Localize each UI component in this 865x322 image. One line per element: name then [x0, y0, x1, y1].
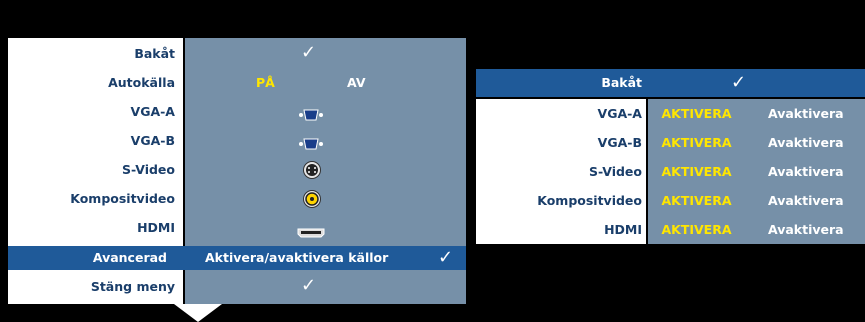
menu-item-label: HDMI — [137, 220, 175, 235]
disable-option[interactable]: Avaktivera — [768, 128, 844, 157]
menu-item-auto-source[interactable]: Autokälla PÅ AV — [8, 72, 466, 94]
menu-item-close-menu[interactable]: Stäng meny ✓ — [8, 275, 466, 298]
submenu-back-label: Bakåt — [601, 75, 642, 90]
check-icon: ✓ — [301, 42, 317, 63]
enable-option[interactable]: AKTIVERA — [648, 128, 745, 157]
menu-item-vga-a[interactable]: VGA-A — [8, 101, 466, 123]
menu-item-label: S-Video — [121, 162, 175, 177]
disable-option[interactable]: Avaktivera — [768, 186, 844, 215]
menu-item-hdmi[interactable]: HDMI — [8, 217, 466, 239]
main-menu: Bakåt ✓ Autokälla PÅ AV VGA-A VGA-B S-Vi… — [8, 38, 466, 304]
auto-source-off-option[interactable]: AV — [347, 72, 366, 94]
enable-option[interactable]: AKTIVERA — [648, 186, 745, 215]
submenu-row-composite-video[interactable]: Kompositvideo AKTIVERA Avaktivera — [476, 186, 865, 215]
menu-item-vga-b[interactable]: VGA-B — [8, 130, 466, 152]
check-icon: ✓ — [731, 72, 747, 93]
enable-option[interactable]: AKTIVERA — [648, 157, 745, 186]
submenu-row-label: S-Video — [588, 164, 642, 179]
composite-connector-icon — [303, 190, 321, 212]
submenu-row-label: Kompositvideo — [537, 193, 642, 208]
svideo-connector-icon — [303, 161, 321, 183]
source-enable-disable-label: Aktivera/avaktivera källor — [205, 250, 389, 265]
menu-item-advanced[interactable]: Avancerad Aktivera/avaktivera källor ✓ — [8, 246, 466, 270]
menu-item-label: Kompositvideo — [70, 191, 175, 206]
submenu-row-label: VGA-A — [597, 106, 642, 121]
source-submenu: Bakåt ✓ VGA-A AKTIVERA Avaktivera VGA-B … — [476, 69, 865, 244]
menu-item-s-video[interactable]: S-Video — [8, 159, 466, 181]
menu-item-label: VGA-A — [130, 104, 175, 119]
submenu-row-label: HDMI — [604, 222, 642, 237]
enable-option[interactable]: AKTIVERA — [648, 215, 745, 244]
vga-connector-icon — [298, 106, 324, 125]
menu-item-label: Avancerad — [8, 246, 175, 270]
hdmi-connector-icon — [297, 223, 325, 242]
check-icon: ✓ — [301, 275, 317, 296]
submenu-row-s-video[interactable]: S-Video AKTIVERA Avaktivera — [476, 157, 865, 186]
menu-item-back[interactable]: Bakåt ✓ — [8, 42, 466, 65]
menu-item-label: VGA-B — [130, 133, 175, 148]
enable-option[interactable]: AKTIVERA — [648, 99, 745, 128]
submenu-row-vga-b[interactable]: VGA-B AKTIVERA Avaktivera — [476, 128, 865, 157]
submenu-row-label: VGA-B — [597, 135, 642, 150]
disable-option[interactable]: Avaktivera — [768, 215, 844, 244]
submenu-body: VGA-A AKTIVERA Avaktivera VGA-B AKTIVERA… — [476, 99, 865, 244]
auto-source-on-option[interactable]: PÅ — [256, 72, 275, 94]
disable-option[interactable]: Avaktivera — [768, 157, 844, 186]
arrow-down-icon[interactable] — [174, 304, 222, 322]
check-icon: ✓ — [438, 247, 454, 268]
disable-option[interactable]: Avaktivera — [768, 99, 844, 128]
vga-connector-icon — [298, 135, 324, 154]
submenu-row-hdmi[interactable]: HDMI AKTIVERA Avaktivera — [476, 215, 865, 244]
submenu-row-vga-a[interactable]: VGA-A AKTIVERA Avaktivera — [476, 99, 865, 128]
menu-item-composite-video[interactable]: Kompositvideo — [8, 188, 466, 210]
menu-item-label: Bakåt — [134, 46, 175, 61]
submenu-back-row[interactable]: Bakåt ✓ — [476, 69, 865, 97]
menu-item-label: Autokälla — [108, 75, 175, 90]
menu-item-label: Stäng meny — [90, 279, 175, 294]
